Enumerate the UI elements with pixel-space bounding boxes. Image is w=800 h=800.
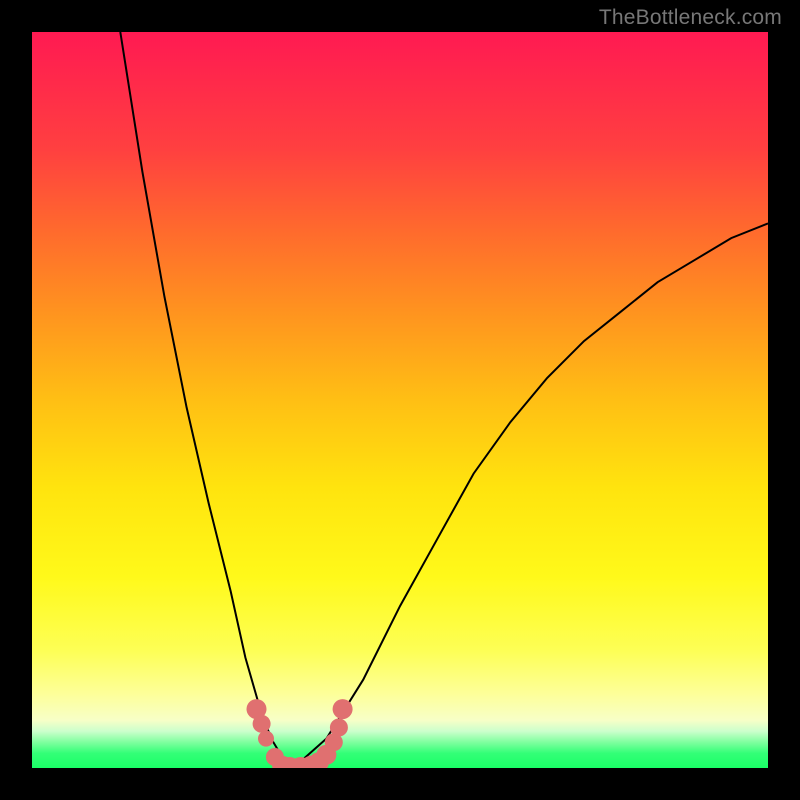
curve-left-branch: [120, 32, 293, 768]
marker-point: [330, 719, 348, 737]
chart-plot-area: [32, 32, 768, 768]
marker-point: [333, 699, 353, 719]
marker-point: [253, 715, 271, 733]
watermark-text: TheBottleneck.com: [599, 6, 782, 30]
marker-point: [258, 731, 274, 747]
chart-frame: TheBottleneck.com: [0, 0, 800, 800]
chart-svg: [32, 32, 768, 768]
curve-right-branch: [293, 223, 768, 768]
marker-group: [247, 699, 353, 768]
